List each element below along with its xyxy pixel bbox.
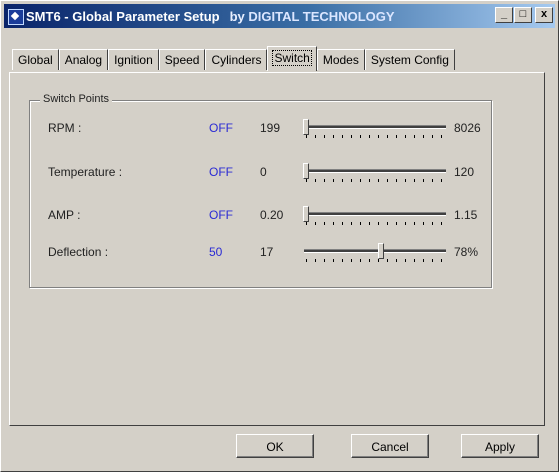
tab-label: Ignition xyxy=(114,53,153,67)
tab-switch[interactable]: Switch xyxy=(267,46,317,71)
amp-slider[interactable] xyxy=(300,204,450,228)
minimize-button[interactable]: _ xyxy=(495,7,513,23)
row-min: 199 xyxy=(260,121,281,135)
slider-ticks xyxy=(306,179,444,182)
row-max: 78% xyxy=(454,245,479,259)
slider-ticks xyxy=(306,135,444,138)
deflection-slider[interactable] xyxy=(300,241,450,265)
close-button[interactable]: x xyxy=(535,7,553,23)
row-label: Deflection : xyxy=(48,245,109,259)
switch-row-amp: AMP : OFF 0.20 1.15 xyxy=(30,204,491,228)
rpm-slider[interactable] xyxy=(300,117,450,141)
switch-row-temperature: Temperature : OFF 0 120 xyxy=(30,161,491,185)
slider-ticks xyxy=(306,222,444,225)
maximize-button[interactable]: □ xyxy=(514,7,532,23)
row-min: 17 xyxy=(260,245,274,259)
slider-track xyxy=(304,212,446,216)
tab-modes[interactable]: Modes xyxy=(316,49,365,70)
tab-label: Speed xyxy=(164,53,200,67)
slider-track xyxy=(304,169,446,173)
tab-label: Modes xyxy=(322,53,359,67)
ok-button[interactable]: OK xyxy=(236,434,314,458)
tab-global[interactable]: Global xyxy=(12,49,59,70)
window-title: SMT6 - Global Parameter Setup by DIGITAL … xyxy=(26,9,395,24)
tab-speed[interactable]: Speed xyxy=(158,49,206,70)
row-label: AMP : xyxy=(48,208,81,222)
row-min: 0.20 xyxy=(260,208,284,222)
row-max: 120 xyxy=(454,165,475,179)
row-status: OFF xyxy=(209,165,233,179)
row-max: 8026 xyxy=(454,121,481,135)
slider-thumb[interactable] xyxy=(303,163,309,179)
row-max: 1.15 xyxy=(454,208,478,222)
slider-track xyxy=(304,249,446,253)
row-label: Temperature : xyxy=(48,165,123,179)
slider-ticks xyxy=(306,259,444,262)
row-label: RPM : xyxy=(48,121,82,135)
tab-label: System Config xyxy=(370,53,449,67)
cancel-button[interactable]: Cancel xyxy=(351,434,429,458)
tab-label: Cylinders xyxy=(211,53,262,67)
row-status: OFF xyxy=(209,121,233,135)
apply-button[interactable]: Apply xyxy=(461,434,539,458)
window-controls: _ □ x xyxy=(494,7,553,23)
tab-cylinders[interactable]: Cylinders xyxy=(205,49,268,70)
title-company: DIGITAL TECHNOLOGY xyxy=(248,9,395,24)
title-label: SMT6 - Global Parameter Setup xyxy=(26,9,220,24)
switch-row-rpm: RPM : OFF 199 8026 xyxy=(30,117,491,141)
group-label: Switch Points xyxy=(40,93,113,105)
switch-row-deflection: Deflection : 50 17 78% xyxy=(30,241,491,265)
tab-label: Analog xyxy=(64,53,103,67)
row-status: 50 xyxy=(209,245,223,259)
title-by: by xyxy=(229,9,245,24)
tab-label: Switch xyxy=(272,50,312,66)
title-bar[interactable]: SMT6 - Global Parameter Setup by DIGITAL … xyxy=(4,4,555,28)
slider-thumb[interactable] xyxy=(303,206,309,222)
app-icon xyxy=(8,9,24,25)
tab-system-config[interactable]: System Config xyxy=(364,49,455,70)
row-min: 0 xyxy=(260,165,267,179)
slider-thumb[interactable] xyxy=(377,243,384,259)
tab-label: Global xyxy=(18,53,53,67)
switch-points-group: Switch Points RPM : OFF 199 8026 Tempera… xyxy=(29,93,492,288)
tab-ignition[interactable]: Ignition xyxy=(108,49,159,70)
temperature-slider[interactable] xyxy=(300,161,450,185)
slider-thumb[interactable] xyxy=(303,119,309,135)
tab-analog[interactable]: Analog xyxy=(58,49,109,70)
tab-strip: Global Analog Ignition Speed Cylinders S… xyxy=(12,46,455,72)
slider-track xyxy=(304,125,446,129)
row-status: OFF xyxy=(209,208,233,222)
